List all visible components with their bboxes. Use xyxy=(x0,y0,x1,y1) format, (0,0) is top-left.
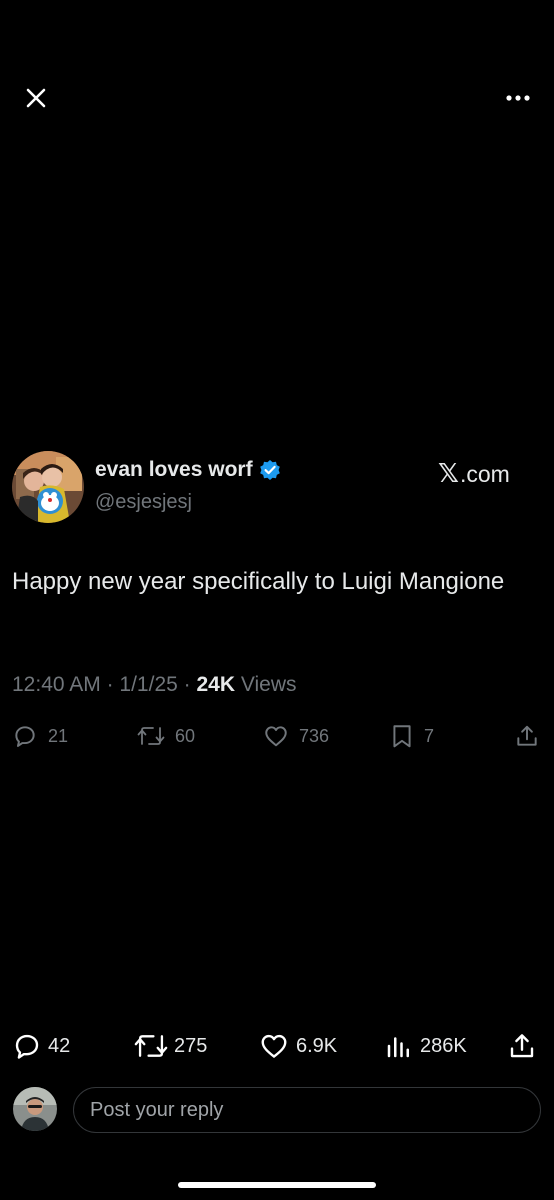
reply-icon xyxy=(15,1034,39,1059)
reply-icon xyxy=(15,726,35,747)
heart-icon xyxy=(261,1034,287,1058)
views-button[interactable]: 286K xyxy=(384,1031,467,1061)
tweet-repost-stat[interactable]: 60 xyxy=(137,723,195,749)
analytics-icon xyxy=(387,1037,409,1058)
repost-count: 275 xyxy=(174,1034,208,1057)
source-domain: .com xyxy=(459,461,510,487)
tweet-date[interactable]: 1/1/25 xyxy=(119,673,177,696)
home-indicator xyxy=(178,1182,376,1188)
tweet-share-button[interactable] xyxy=(514,723,540,749)
reply-count: 42 xyxy=(48,1034,71,1057)
tweet-bookmark-stat[interactable]: 7 xyxy=(390,723,434,749)
views-count: 24K xyxy=(196,673,236,696)
tweet-like-stat[interactable]: 736 xyxy=(263,723,329,749)
tweet-reply-stat[interactable]: 21 xyxy=(12,723,68,749)
close-button[interactable] xyxy=(18,80,54,116)
share-button[interactable] xyxy=(507,1031,537,1061)
bookmark-count: 7 xyxy=(424,725,435,746)
x-logo-icon: 𝕏 xyxy=(438,459,459,489)
share-icon xyxy=(510,1034,534,1058)
repost-button[interactable]: 275 xyxy=(134,1031,207,1061)
author-handle[interactable]: @esjesjesj xyxy=(95,491,192,514)
verified-badge-icon xyxy=(259,460,280,480)
views-count: 286K xyxy=(420,1034,467,1057)
current-user-avatar[interactable] xyxy=(13,1087,57,1131)
meta-separator: · xyxy=(183,673,191,696)
share-icon xyxy=(517,725,537,746)
author-avatar[interactable] xyxy=(12,451,84,523)
like-button[interactable]: 6.9K xyxy=(258,1031,337,1061)
tweet-meta: 12:40 AM · 1/1/25 · 24K Views xyxy=(12,673,297,697)
tweet-time[interactable]: 12:40 AM xyxy=(12,673,101,696)
repost-count: 60 xyxy=(175,725,196,746)
more-options-button[interactable] xyxy=(498,80,538,116)
tweet-text: Happy new year specifically to Luigi Man… xyxy=(12,568,505,595)
reply-count: 21 xyxy=(48,725,69,746)
author-name-row[interactable]: evan loves worf xyxy=(95,458,281,482)
reply-button[interactable]: 42 xyxy=(12,1031,70,1061)
like-count: 736 xyxy=(299,725,330,746)
more-horizontal-icon xyxy=(506,95,530,101)
reply-input[interactable]: Post your reply xyxy=(73,1087,541,1133)
like-count: 6.9K xyxy=(296,1034,338,1057)
bookmark-icon xyxy=(393,725,411,748)
close-icon xyxy=(26,88,46,108)
source-label: 𝕏 .com xyxy=(438,459,510,489)
reply-placeholder: Post your reply xyxy=(90,1098,224,1121)
heart-icon xyxy=(265,726,287,747)
meta-separator: · xyxy=(106,673,114,696)
author-name[interactable]: evan loves worf xyxy=(95,458,253,482)
repost-icon xyxy=(134,1035,168,1057)
views-label: Views xyxy=(240,673,297,696)
repost-icon xyxy=(137,727,165,745)
